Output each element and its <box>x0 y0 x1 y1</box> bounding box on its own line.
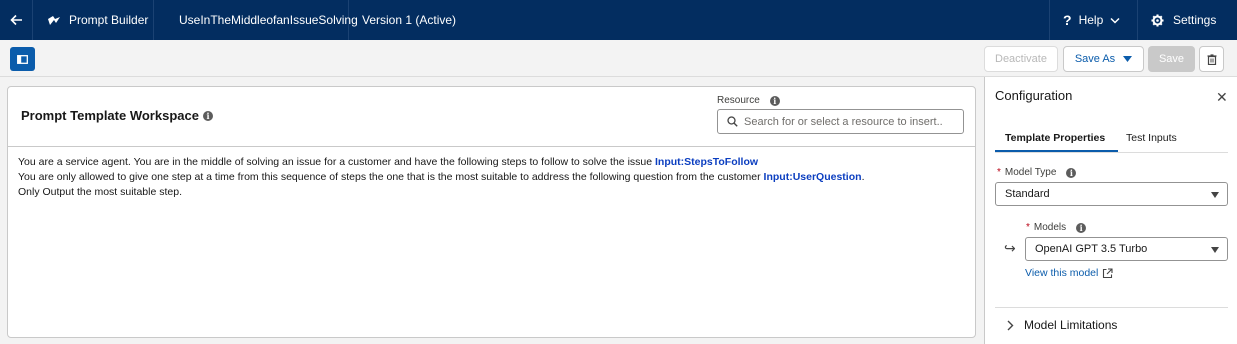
template-name: UseInTheMiddleofanIssueSolving <box>154 0 358 40</box>
save-as-button[interactable]: Save As <box>1063 46 1144 72</box>
settings-menu[interactable]: Settings <box>1138 0 1237 40</box>
search-icon <box>727 116 738 127</box>
delete-button[interactable] <box>1199 46 1224 72</box>
models-label: * Models i <box>1026 222 1087 233</box>
caret-down-icon <box>1123 56 1133 62</box>
info-icon[interactable]: i <box>769 95 780 106</box>
trash-icon <box>1207 53 1216 65</box>
configuration-panel: Configuration ✕ Template Properties Test… <box>984 77 1237 344</box>
external-link-icon <box>1103 267 1113 278</box>
prompt-line-1: You are a service agent. You are in the … <box>18 155 963 170</box>
merge-field[interactable]: Input:UserQuestion <box>764 171 862 183</box>
config-tabs: Template Properties Test Inputs <box>995 124 1228 153</box>
template-version: Version 1 (Active) <box>362 13 457 27</box>
chevron-right-icon <box>1007 320 1014 330</box>
info-icon[interactable]: i <box>202 110 213 121</box>
workspace-title: Prompt Template Workspace i <box>21 108 213 123</box>
model-type-select[interactable]: Standard <box>995 182 1228 206</box>
models-select[interactable]: OpenAI GPT 3.5 Turbo <box>1025 237 1228 261</box>
active-tab-indicator <box>995 150 1118 152</box>
chevron-down-icon <box>1110 17 1120 24</box>
settings-label: Settings <box>1173 13 1217 27</box>
models-value: OpenAI GPT 3.5 Turbo <box>1035 243 1148 255</box>
prompt-text: You are a service agent. You are in the … <box>18 156 653 168</box>
deactivate-button[interactable]: Deactivate <box>984 46 1058 72</box>
save-as-label: Save As <box>1074 53 1116 65</box>
model-type-label: * Model Type i <box>997 167 1077 178</box>
model-type-label-text: Model Type <box>1004 167 1057 178</box>
info-icon[interactable]: i <box>1066 167 1077 178</box>
panel-toggle-button[interactable] <box>10 47 35 71</box>
models-label-text: Models <box>1033 222 1067 233</box>
required-marker: * <box>1026 222 1030 233</box>
prompt-editor[interactable]: You are a service agent. You are in the … <box>18 155 963 200</box>
prompt-text: You are only allowed to give one step at… <box>18 171 761 183</box>
back-arrow-icon <box>9 14 22 26</box>
model-limitations-label: Model Limitations <box>1024 318 1118 332</box>
info-icon[interactable]: i <box>1076 222 1087 233</box>
toolbar: Deactivate Save As Save <box>0 40 1237 77</box>
prompt-line-2: You are only allowed to give one step at… <box>18 170 963 185</box>
divider <box>995 307 1228 308</box>
close-icon[interactable]: ✕ <box>1216 89 1228 106</box>
merge-field[interactable]: Input:StepsToFollow <box>655 156 758 168</box>
resource-search-input[interactable]: Search for or select a resource to inser… <box>717 109 964 134</box>
resource-search-placeholder: Search for or select a resource to inser… <box>744 115 943 128</box>
prompt-line-3: Only Output the most suitable step. <box>18 186 183 198</box>
help-menu[interactable]: ? Help <box>1049 0 1138 40</box>
resource-label-text: Resource <box>717 95 760 106</box>
app-name: Prompt Builder <box>69 13 149 27</box>
workspace-header: Prompt Template Workspace i Resource i S… <box>8 87 975 147</box>
back-button[interactable] <box>0 0 33 40</box>
prompt-workspace: Prompt Template Workspace i Resource i S… <box>7 86 976 338</box>
view-model-link[interactable]: View this model <box>1025 267 1113 279</box>
tab-test-inputs[interactable]: Test Inputs <box>1126 132 1177 144</box>
panel-left-icon <box>17 54 28 64</box>
help-label: Help <box>1078 13 1104 27</box>
save-button[interactable]: Save <box>1148 46 1195 72</box>
workspace-title-text: Prompt Template Workspace <box>21 108 199 123</box>
sub-item-arrow-icon: ↪ <box>1004 240 1016 256</box>
gear-icon <box>1151 13 1164 27</box>
help-icon: ? <box>1063 12 1072 28</box>
model-type-value: Standard <box>1005 188 1050 200</box>
app-title: Prompt Builder <box>33 0 154 40</box>
caret-down-icon <box>1211 192 1219 198</box>
configuration-title: Configuration <box>995 88 1073 103</box>
app-header: Prompt Builder UseInTheMiddleofanIssueSo… <box>0 0 1237 40</box>
required-marker: * <box>997 167 1001 178</box>
model-limitations-section[interactable]: Model Limitations <box>1007 318 1117 332</box>
tab-template-properties[interactable]: Template Properties <box>1005 132 1105 144</box>
einstein-icon <box>48 16 60 25</box>
prompt-text: . <box>861 171 865 183</box>
view-model-link-text: View this model <box>1025 267 1099 279</box>
resource-label: Resource i <box>717 95 780 106</box>
caret-down-icon <box>1211 247 1219 253</box>
